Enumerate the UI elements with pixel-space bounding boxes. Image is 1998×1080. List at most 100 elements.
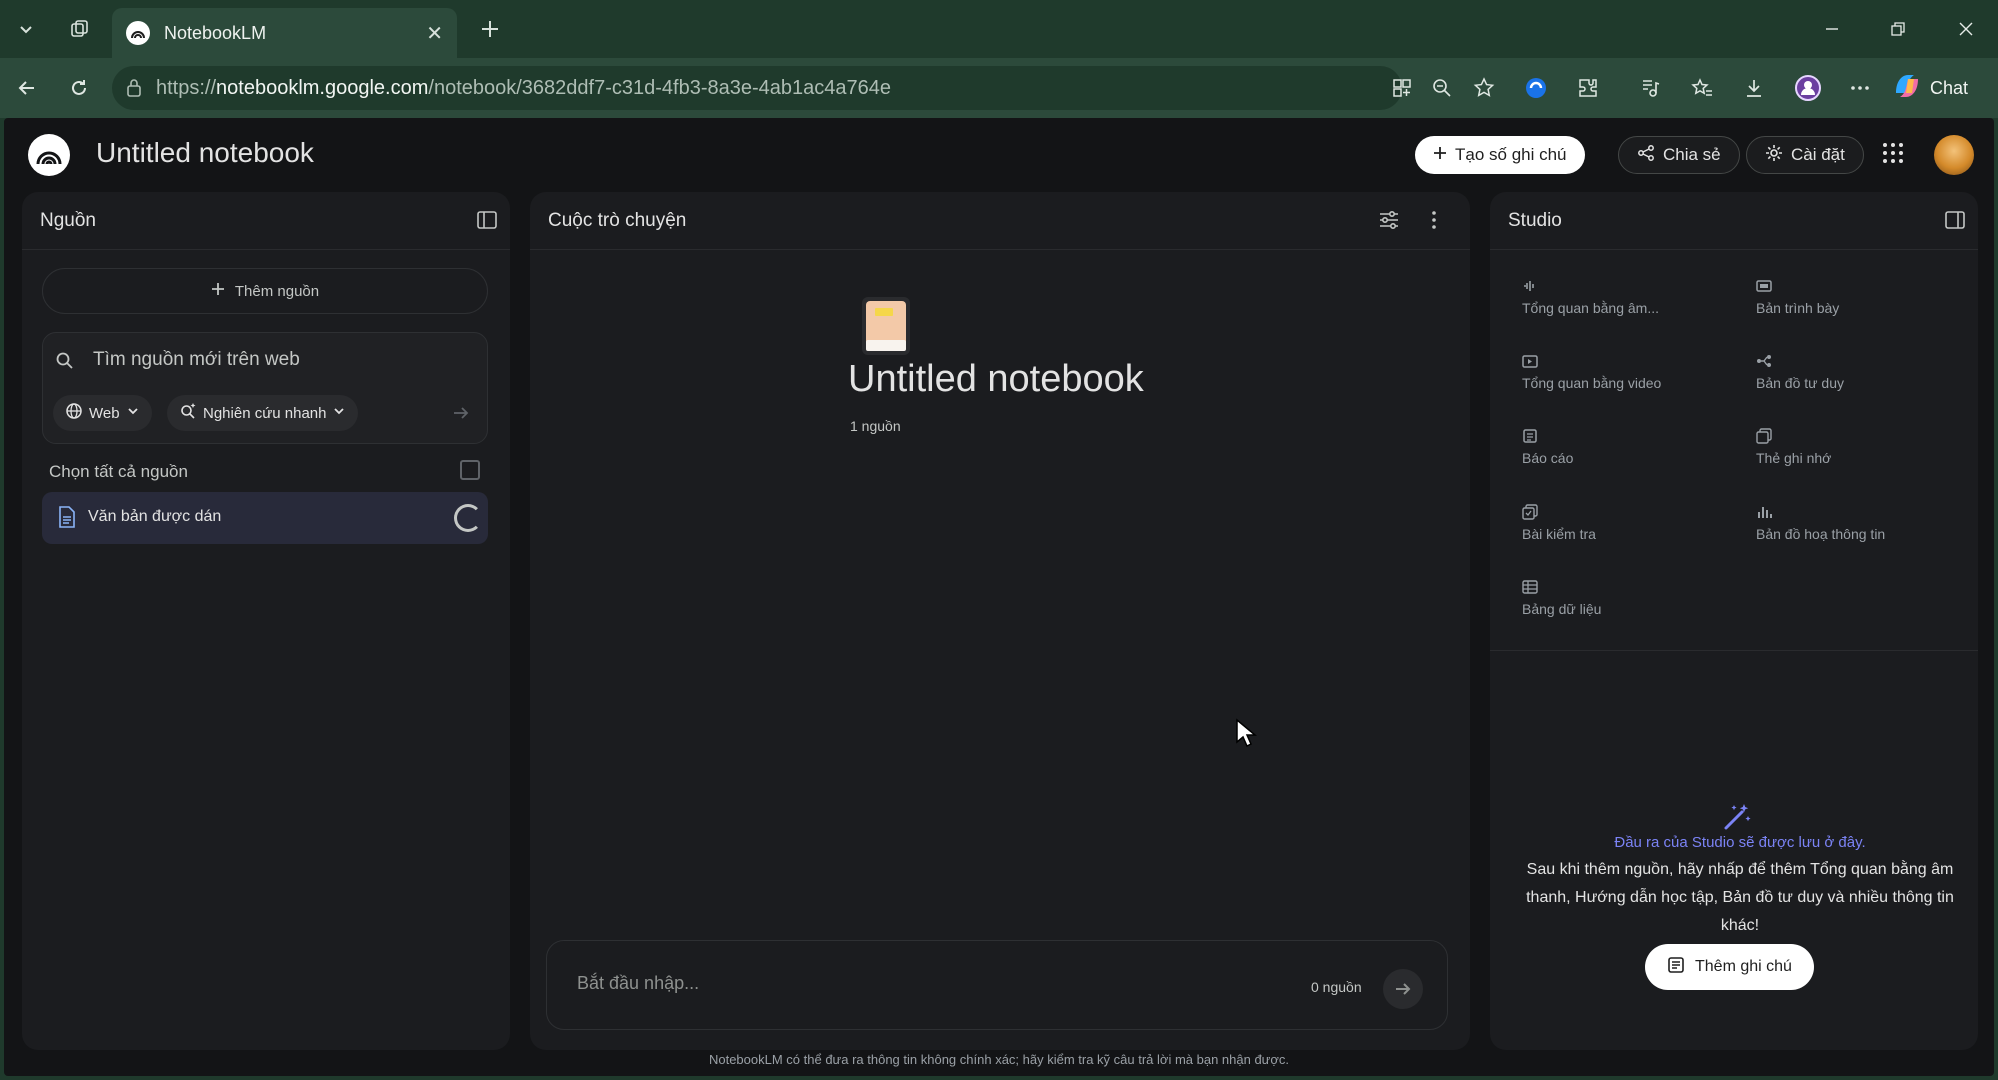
more-options-icon[interactable]	[1844, 72, 1876, 104]
favorite-star-icon[interactable]	[1468, 72, 1500, 104]
loading-spinner-icon	[454, 504, 482, 532]
chat-notebook-title: Untitled notebook	[848, 358, 1144, 400]
copilot-chat-button[interactable]: Chat	[1892, 70, 1968, 106]
add-note-button[interactable]: Thêm ghi chú	[1645, 944, 1814, 990]
notebooklm-logo-icon[interactable]	[28, 134, 70, 176]
web-source-dropdown[interactable]: Web	[53, 395, 152, 431]
settings-button[interactable]: Cài đặt	[1746, 136, 1864, 174]
disclaimer-footer: NotebookLM có thể đưa ra thông tin không…	[708, 1052, 1290, 1067]
create-note-button[interactable]: Tạo số ghi chú	[1415, 136, 1585, 174]
chat-more-vert-icon[interactable]	[1430, 210, 1454, 232]
notebooklm-app: Untitled notebook Tạo số ghi chú Chia sẻ…	[4, 118, 1994, 1076]
notebook-title[interactable]: Untitled notebook	[96, 137, 314, 169]
share-button[interactable]: Chia sẻ	[1618, 136, 1740, 174]
web-search-input[interactable]: Tìm nguồn mới trên web	[93, 349, 300, 371]
chat-input-box[interactable]: Bắt đầu nhập... 0 nguồn	[546, 940, 1448, 1030]
chevron-down-icon	[126, 404, 140, 422]
studio-tool-quiz[interactable]: Bài kiểm tra	[1508, 496, 1728, 560]
chevron-down-icon	[332, 404, 346, 422]
lock-icon[interactable]	[124, 77, 144, 105]
send-arrow-icon[interactable]	[1383, 969, 1423, 1009]
chat-panel-header: Cuộc trò chuyện	[530, 192, 1470, 250]
create-note-label: Tạo số ghi chú	[1455, 145, 1567, 164]
submit-search-arrow-icon[interactable]	[445, 397, 477, 429]
chat-panel: Cuộc trò chuyện Untitled notebook 1 nguồ…	[530, 192, 1470, 1050]
app-header: Untitled notebook Tạo số ghi chú Chia sẻ…	[4, 118, 1994, 190]
select-all-sources-label: Chọn tất cả nguồn	[49, 462, 188, 481]
collapse-panel-icon[interactable]	[1944, 210, 1968, 232]
tool-label: Thẻ ghi nhớ	[1756, 450, 1832, 466]
close-window-icon[interactable]	[1942, 12, 1990, 46]
research-chip-label: Nghiên cứu nhanh	[203, 404, 327, 422]
tool-label: Tổng quan bằng âm...	[1522, 300, 1659, 316]
browser-tab-notebooklm[interactable]: NotebookLM ✕	[112, 8, 457, 58]
chat-settings-sliders-icon[interactable]	[1378, 210, 1402, 232]
web-source-search: Tìm nguồn mới trên web Web Nghiên cứu nh…	[42, 332, 488, 444]
mouse-cursor-icon	[1235, 718, 1258, 753]
mind-map-icon	[1756, 353, 1772, 374]
tool-label: Bảng dữ liệu	[1522, 601, 1602, 617]
tool-label: Bài kiểm tra	[1522, 526, 1596, 542]
studio-tool-slides[interactable]: Bản trình bày	[1742, 270, 1962, 334]
restore-icon[interactable]	[1874, 12, 1922, 46]
studio-description: Sau khi thêm nguồn, hãy nhấp để thêm Tổn…	[1526, 861, 1954, 934]
share-label: Chia sẻ	[1663, 145, 1721, 164]
studio-panel-header: Studio	[1490, 192, 1978, 250]
quiz-icon	[1522, 504, 1538, 525]
studio-tool-audio-overview[interactable]: Tổng quan bằng âm...	[1508, 270, 1728, 334]
reload-icon[interactable]	[60, 70, 98, 106]
tab-close-icon[interactable]: ✕	[426, 21, 443, 46]
zoom-icon[interactable]	[1426, 72, 1458, 104]
plus-icon	[1433, 145, 1447, 165]
gear-icon	[1765, 144, 1783, 167]
favorites-icon[interactable]	[1686, 72, 1718, 104]
tool-label: Tổng quan bằng video	[1522, 375, 1662, 391]
infographic-icon	[1756, 504, 1772, 525]
browser-tab-bar: NotebookLM ✕	[0, 0, 1998, 58]
studio-tool-mind-map[interactable]: Bản đồ tư duy	[1742, 345, 1962, 409]
tab-actions-chevron-icon[interactable]	[6, 10, 46, 48]
add-note-label: Thêm ghi chú	[1695, 958, 1792, 975]
collapse-panel-icon[interactable]	[476, 210, 500, 232]
extension-blue-icon[interactable]	[1520, 72, 1552, 104]
app-available-icon[interactable]	[1386, 72, 1418, 104]
chat-source-count: 1 nguồn	[850, 418, 901, 434]
tab-title: NotebookLM	[164, 22, 267, 43]
add-source-button[interactable]: Thêm nguồn	[42, 268, 488, 314]
research-mode-dropdown[interactable]: Nghiên cứu nhanh	[167, 395, 359, 431]
chat-title: Cuộc trò chuyện	[548, 210, 687, 231]
address-bar[interactable]: https://notebooklm.google.com/notebook/3…	[112, 66, 1402, 110]
user-avatar[interactable]	[1934, 135, 1974, 175]
new-tab-icon[interactable]	[470, 10, 510, 48]
source-name: Văn bản được dán	[88, 508, 222, 525]
data-table-icon	[1522, 579, 1538, 600]
studio-output-hint: Đầu ra của Studio sẽ được lưu ở đây.	[1614, 834, 1866, 851]
back-icon[interactable]	[8, 70, 46, 106]
chat-input-placeholder: Bắt đầu nhập...	[577, 973, 700, 993]
downloads-icon[interactable]	[1738, 72, 1770, 104]
studio-tool-data-table[interactable]: Bảng dữ liệu	[1508, 571, 1728, 635]
slides-icon	[1756, 278, 1772, 299]
video-icon	[1522, 353, 1538, 374]
source-list-item[interactable]: Văn bản được dán	[42, 492, 488, 544]
plus-icon	[211, 282, 225, 300]
profile-extension-icon[interactable]	[1792, 72, 1824, 104]
minimize-icon[interactable]	[1808, 12, 1856, 46]
sources-panel: Nguồn Thêm nguồn Tìm nguồn mới trên web …	[22, 192, 510, 1050]
workspaces-icon[interactable]	[60, 10, 100, 48]
studio-tool-infographic[interactable]: Bản đồ hoạ thông tin	[1742, 496, 1962, 560]
studio-tool-video-overview[interactable]: Tổng quan bằng video	[1508, 345, 1728, 409]
select-all-checkbox[interactable]	[460, 460, 480, 480]
audio-waveform-icon	[1522, 278, 1538, 299]
media-control-icon[interactable]	[1634, 72, 1666, 104]
tool-label: Báo cáo	[1522, 450, 1574, 466]
studio-tool-report[interactable]: Báo cáo	[1508, 420, 1728, 484]
url-host: notebooklm.google.com	[216, 76, 429, 99]
extensions-icon[interactable]	[1572, 72, 1604, 104]
note-add-icon	[1667, 956, 1685, 979]
studio-tool-flashcards[interactable]: Thẻ ghi nhớ	[1742, 420, 1962, 484]
url-prefix: https://	[156, 76, 217, 99]
copilot-icon	[1892, 71, 1922, 106]
chat-input-source-count: 0 nguồn	[1311, 979, 1362, 995]
apps-grid-icon[interactable]	[1882, 142, 1904, 169]
